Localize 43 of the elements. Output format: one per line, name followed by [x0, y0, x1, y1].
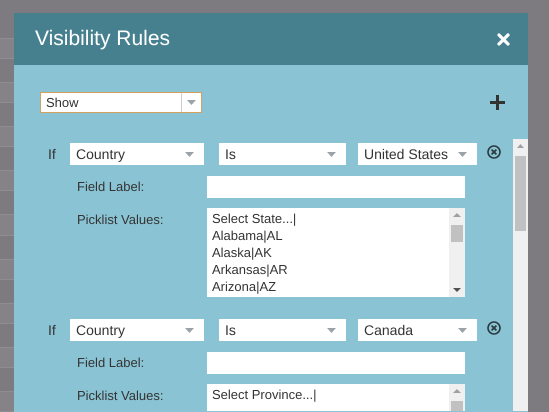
picklist-line: Alaska|AK	[212, 244, 273, 261]
scrollbar-thumb[interactable]	[515, 156, 526, 231]
scrollbar-thumb[interactable]	[451, 225, 463, 242]
dropdown[interactable]: Canada	[358, 319, 477, 341]
picklist-line: Select Province...|	[212, 386, 318, 403]
picklist-line: Alabama|AL	[212, 227, 284, 244]
caret-icon	[458, 328, 467, 332]
scroll-down-icon	[453, 288, 461, 292]
scroll-up-icon	[453, 213, 461, 217]
dropdown[interactable]: Is	[219, 319, 346, 341]
field-label-input[interactable]	[207, 176, 465, 198]
action-dropdown[interactable]: Show	[40, 92, 202, 113]
if-label: If	[47, 144, 57, 164]
remove-icon[interactable]	[487, 145, 501, 159]
scroll-up-icon	[453, 389, 461, 393]
picklist-textarea[interactable]: Select Province...|	[207, 384, 465, 411]
scrollbar[interactable]	[449, 208, 465, 297]
picklist-line: Select State...|	[212, 210, 298, 227]
caret-icon	[185, 328, 194, 332]
field-label-label: Field Label:	[76, 354, 146, 372]
caret-icon	[185, 152, 194, 156]
if-label: If	[47, 320, 57, 340]
picklist-textarea[interactable]: Select State...| Alabama|AL Alaska|AK Arkansas|AR Arizona|AZ	[207, 208, 465, 297]
caret-icon	[327, 152, 336, 156]
add-icon[interactable]	[490, 95, 505, 110]
close-icon[interactable]	[497, 32, 510, 46]
picklist-label: Picklist Values:	[76, 211, 164, 229]
field-label-input[interactable]	[207, 352, 465, 374]
picklist-line: Arizona|AZ	[212, 278, 278, 295]
caret-icon	[187, 100, 196, 105]
caret-icon	[458, 152, 467, 156]
picklist-line: Arkansas|AR	[212, 261, 289, 278]
dropdown[interactable]: Country	[70, 319, 204, 341]
remove-icon[interactable]	[487, 321, 501, 335]
dropdown[interactable]: United States	[358, 143, 477, 165]
scrollbar[interactable]	[513, 139, 528, 411]
dialog-title: Visibility Rules	[35, 26, 170, 52]
scroll-up-icon	[517, 144, 524, 148]
caret-icon	[327, 328, 336, 332]
dropdown[interactable]: Is	[219, 143, 346, 165]
dropdown[interactable]: Country	[70, 143, 204, 165]
field-label-label: Field Label:	[76, 178, 146, 196]
picklist-label: Picklist Values:	[76, 387, 164, 405]
